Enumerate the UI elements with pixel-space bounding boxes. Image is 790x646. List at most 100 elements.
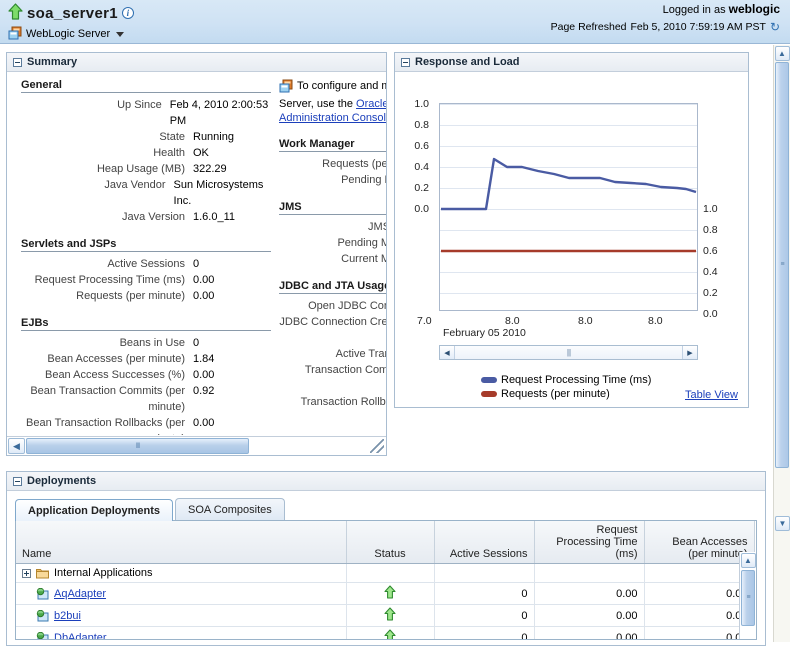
- right-axis-tick: 0.2: [703, 287, 733, 299]
- kv-label: Health: [21, 145, 193, 161]
- note-text-line2: Server, use the: [279, 98, 356, 110]
- deployments-panel-header[interactable]: Deployments: [7, 472, 765, 491]
- kv-label: Pending Requests: [279, 172, 386, 188]
- kv-row: Bean Accesses (per minute)1.84: [21, 351, 271, 367]
- scroll-left-button[interactable]: ◀: [8, 438, 25, 454]
- logged-in-prefix: Logged in as: [663, 4, 726, 16]
- page-scroll-up-button[interactable]: ▲: [775, 46, 790, 61]
- left-axis-tick: 0.6: [397, 140, 429, 152]
- legend-swatch-blue: [481, 377, 497, 383]
- collapse-icon[interactable]: [13, 58, 22, 67]
- summary-panel-header[interactable]: Summary: [7, 53, 386, 72]
- jms-section-title: JMS: [279, 201, 386, 215]
- summary-body: General Up SinceFeb 4, 2010 2:00:53 PM S…: [7, 73, 386, 435]
- column-header-name[interactable]: Name: [16, 521, 346, 564]
- column-header-status[interactable]: Status: [346, 521, 434, 564]
- row-bean-accesses: 0.00: [644, 627, 754, 641]
- kv-value: 1.6.0_11: [193, 209, 235, 225]
- kv-row: Java Version1.6.0_11: [21, 209, 271, 225]
- deployments-panel-title: Deployments: [27, 475, 96, 487]
- kv-row: Heap Usage (MB)322.29: [21, 161, 271, 177]
- legend-label: Request Processing Time (ms): [501, 373, 651, 387]
- server-identity-block: soa_server1 i WebLogic Server: [8, 3, 134, 42]
- deployments-table: Name Status Active Sessions Request Proc…: [16, 521, 755, 640]
- table-row[interactable]: AqAdapter 0 0.00 0.00: [16, 583, 754, 605]
- kv-row: Bean Access Successes (%)0.00: [21, 367, 271, 383]
- legend-item[interactable]: Request Processing Time (ms): [481, 373, 651, 387]
- row-active-sessions: 0: [434, 627, 534, 641]
- kv-row: Beans in Use0: [21, 335, 271, 351]
- expand-icon[interactable]: [22, 569, 31, 578]
- general-section: General Up SinceFeb 4, 2010 2:00:53 PM S…: [21, 79, 271, 225]
- grid-vertical-scrollbar[interactable]: ▲ ≡: [739, 552, 756, 639]
- status-up-arrow-icon: [384, 585, 396, 602]
- refresh-icon[interactable]: ↻: [770, 20, 780, 34]
- kv-label: Beans in Use: [21, 335, 193, 351]
- oracle-weblogic-server-link[interactable]: Oracle WebLogic Server: [356, 98, 386, 110]
- server-type-menu[interactable]: WebLogic Server: [8, 26, 134, 42]
- page-scroll-down-button[interactable]: ▼: [775, 516, 790, 531]
- series-request-processing-time: [441, 159, 696, 209]
- row-request-processing-time: 0.00: [534, 627, 644, 641]
- collapse-icon[interactable]: [13, 477, 22, 486]
- kv-row: Up SinceFeb 4, 2010 2:00:53 PM: [21, 97, 271, 129]
- chart-scroll-track[interactable]: ||||: [455, 346, 682, 359]
- chevron-down-icon[interactable]: [116, 32, 124, 37]
- kv-row: Requests (per minute)0.00: [279, 156, 386, 172]
- chart-body: 1.0 0.8 0.6 0.4 0.2 0.0 1.0 0.8 0.6 0.4 …: [395, 73, 748, 407]
- deployments-grid: Name Status Active Sessions Request Proc…: [15, 520, 757, 640]
- kv-row: Bean Transaction Commits (per minute)0.9…: [21, 383, 271, 415]
- kv-row: Bean Transaction Rollbacks (per minute)0…: [21, 415, 271, 435]
- column-header-bean-accesses[interactable]: Bean Accesses (per minute): [644, 521, 754, 564]
- application-icon: [36, 588, 49, 600]
- deployments-body: Application Deployments SOA Composites N…: [7, 492, 765, 645]
- resize-grip-icon[interactable]: [370, 439, 384, 453]
- tab-label: Application Deployments: [28, 505, 160, 517]
- response-and-load-panel: Response and Load 1.0 0.8 0.6 0.4 0.2 0.…: [394, 52, 749, 408]
- grid-scroll-thumb[interactable]: ≡: [741, 570, 755, 626]
- kv-value: 0: [193, 256, 199, 272]
- kv-label: Bean Access Successes (%): [21, 367, 193, 383]
- collapse-icon[interactable]: [401, 58, 410, 67]
- chart-panel-header[interactable]: Response and Load: [395, 53, 748, 72]
- row-bean-accesses: 0.00: [644, 605, 754, 627]
- x-axis-tick: 7.0: [417, 315, 432, 327]
- administration-console-link[interactable]: Administration Console: [279, 112, 386, 124]
- kv-label: Pending Messages: [279, 235, 386, 251]
- row-bean-accesses: [644, 564, 754, 583]
- table-header-row: Name Status Active Sessions Request Proc…: [16, 521, 754, 564]
- right-axis-tick: 1.0: [703, 203, 733, 215]
- tab-soa-composites[interactable]: SOA Composites: [175, 498, 285, 520]
- kv-label: Bean Accesses (per minute): [21, 351, 193, 367]
- table-view-link[interactable]: Table View: [685, 389, 738, 401]
- page-vertical-scrollbar[interactable]: ▲ ≡ ▼: [773, 45, 790, 642]
- summary-left-column: General Up SinceFeb 4, 2010 2:00:53 PM S…: [21, 79, 271, 435]
- scroll-track[interactable]: ‖‖: [26, 438, 370, 454]
- column-header-active-sessions[interactable]: Active Sessions: [434, 521, 534, 564]
- table-row[interactable]: Internal Applications: [16, 564, 754, 583]
- kv-label: Requests (per minute): [21, 288, 193, 304]
- chart-horizontal-scrollbar[interactable]: ◀ |||| ▶: [439, 345, 698, 360]
- row-name-link[interactable]: b2bui: [54, 610, 81, 622]
- kv-label: Transaction Commits (per minute): [279, 362, 386, 394]
- table-row[interactable]: DbAdapter 0 0.00 0.00: [16, 627, 754, 641]
- row-name-link[interactable]: DbAdapter: [54, 632, 107, 641]
- grid-scroll-up-button[interactable]: ▲: [741, 553, 756, 568]
- row-active-sessions: 0: [434, 605, 534, 627]
- row-name-link[interactable]: AqAdapter: [54, 588, 106, 600]
- info-icon[interactable]: i: [122, 7, 134, 19]
- row-status: [346, 605, 434, 627]
- chart-scroll-right-button[interactable]: ▶: [682, 346, 697, 359]
- table-row[interactable]: b2bui 0 0.00 0.00: [16, 605, 754, 627]
- legend-item[interactable]: Requests (per minute): [481, 387, 651, 401]
- kv-label: State: [21, 129, 193, 145]
- right-axis-tick: 0.6: [703, 245, 733, 257]
- scroll-thumb[interactable]: ‖‖: [26, 438, 249, 454]
- tab-application-deployments[interactable]: Application Deployments: [15, 499, 173, 521]
- page-scroll-thumb[interactable]: ≡: [775, 62, 789, 468]
- kv-value: 0.00: [193, 288, 214, 304]
- kv-value: 0.00: [193, 415, 214, 435]
- column-header-request-processing-time[interactable]: Request Processing Time (ms): [534, 521, 644, 564]
- summary-horizontal-scrollbar[interactable]: ◀ ‖‖: [7, 436, 386, 455]
- chart-scroll-left-button[interactable]: ◀: [440, 346, 455, 359]
